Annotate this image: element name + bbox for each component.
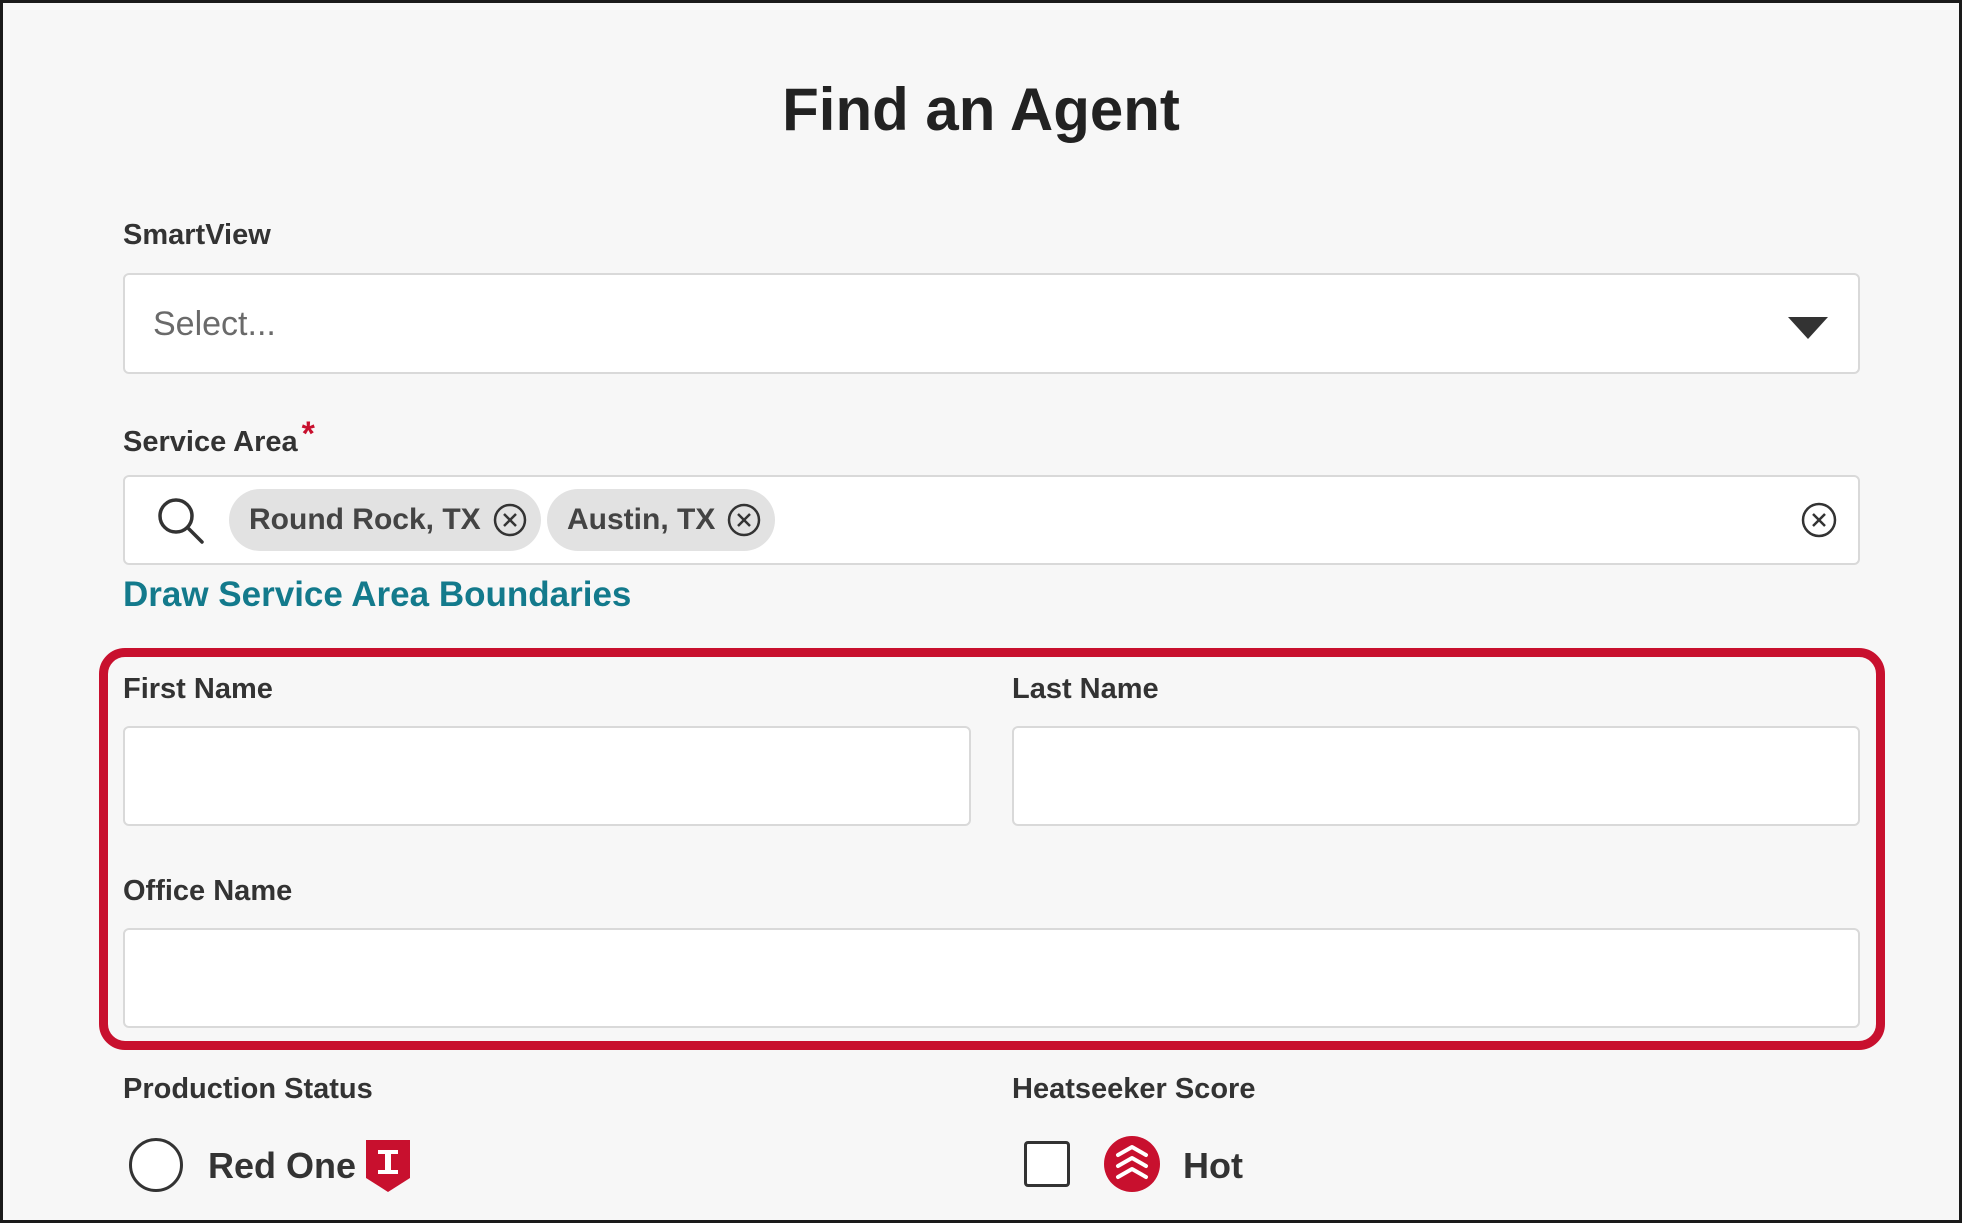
production-status-label: Production Status	[123, 1073, 373, 1105]
chip-label: Round Rock, TX	[249, 503, 481, 536]
office-name-label: Office Name	[123, 875, 293, 907]
caret-down-icon[interactable]	[1788, 317, 1828, 339]
hot-score-icon	[1104, 1136, 1160, 1192]
remove-chip-icon[interactable]	[493, 503, 527, 537]
service-area-label: Service Area *	[123, 415, 315, 460]
required-marker: *	[301, 415, 315, 453]
hot-checkbox[interactable]	[1024, 1141, 1070, 1187]
heatseeker-score-label: Heatseeker Score	[1012, 1073, 1256, 1105]
page-title: Find an Agent	[782, 76, 1180, 143]
office-name-field-wrapper	[123, 928, 1860, 1028]
chip-label: Austin, TX	[567, 503, 716, 536]
service-area-chip: Austin, TX	[547, 489, 776, 551]
red-one-label[interactable]: Red One	[208, 1145, 356, 1187]
smartview-placeholder: Select...	[153, 305, 276, 343]
last-name-input[interactable]	[1014, 728, 1858, 824]
clear-all-icon[interactable]	[1800, 501, 1838, 539]
draw-service-area-link[interactable]: Draw Service Area Boundaries	[123, 575, 631, 615]
find-agent-panel: Find an Agent SmartView Select... Servic…	[0, 0, 1962, 1223]
first-name-field-wrapper	[123, 726, 971, 826]
office-name-input[interactable]	[125, 930, 1858, 1026]
last-name-field-wrapper	[1012, 726, 1860, 826]
red-one-badge-icon	[366, 1140, 410, 1192]
smartview-label: SmartView	[123, 219, 271, 251]
red-one-radio[interactable]	[129, 1138, 183, 1192]
first-name-label: First Name	[123, 673, 273, 705]
remove-chip-icon[interactable]	[727, 503, 761, 537]
search-icon	[158, 498, 204, 544]
smartview-select[interactable]: Select...	[123, 273, 1860, 374]
first-name-input[interactable]	[125, 728, 969, 824]
hot-label[interactable]: Hot	[1183, 1145, 1243, 1187]
service-area-label-text: Service Area	[123, 426, 298, 458]
service-area-chip: Round Rock, TX	[229, 489, 541, 551]
service-area-input[interactable]: Round Rock, TX Austin, TX	[123, 475, 1860, 565]
last-name-label: Last Name	[1012, 673, 1159, 705]
